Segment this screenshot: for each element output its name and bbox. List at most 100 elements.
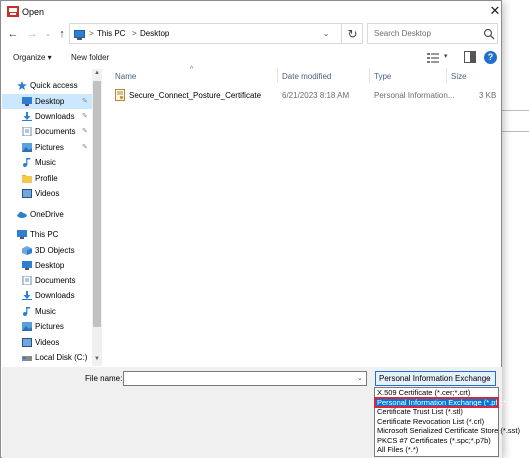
- title-bar[interactable]: Open ✕: [1, 1, 501, 23]
- file-name: Secure_Connect_Posture_Certificate: [129, 91, 262, 100]
- sidebar-item-profile[interactable]: Profile: [2, 171, 92, 186]
- downloads-icon: [22, 112, 32, 121]
- app-icon: [7, 6, 19, 17]
- breadcrumb-desktop[interactable]: Desktop: [140, 29, 169, 38]
- sidebar-item-label: Pictures: [35, 143, 64, 152]
- sidebar-item-documents[interactable]: Documents ✎: [2, 124, 92, 139]
- sidebar-item-label: This PC: [30, 230, 59, 239]
- sidebar-item-3d-objects[interactable]: 3D Objects: [2, 243, 92, 258]
- column-divider[interactable]: [277, 68, 278, 83]
- sidebar-item-label: Profile: [35, 174, 58, 183]
- back-button[interactable]: ←: [6, 27, 20, 41]
- search-input[interactable]: Search Desktop: [367, 23, 498, 44]
- sidebar-item-label: Local Disk (C:): [35, 353, 88, 362]
- search-placeholder: Search Desktop: [374, 29, 431, 38]
- sidebar-item-label: Quick access: [30, 81, 78, 90]
- help-icon[interactable]: ?: [484, 51, 497, 64]
- column-divider[interactable]: [446, 68, 447, 83]
- monitor-icon: [74, 30, 85, 38]
- organize-button[interactable]: Organize ▾: [13, 53, 52, 62]
- file-type-option[interactable]: Microsoft Serialized Certificate Store (…: [375, 426, 520, 436]
- filename-input[interactable]: [123, 371, 367, 386]
- file-type-selected-value: Personal Information Exchange: [379, 374, 491, 383]
- sidebar-item-label: OneDrive: [30, 210, 64, 219]
- desktop-folder-icon: [22, 97, 32, 106]
- file-size: 3 KB: [479, 91, 497, 100]
- file-type-option[interactable]: X.509 Certificate (*.cer;*.crt): [375, 388, 498, 398]
- pin-icon: ✎: [82, 113, 88, 120]
- sidebar-scrollbar-thumb[interactable]: [93, 81, 101, 327]
- view-dropdown-button[interactable]: ▾: [444, 52, 448, 60]
- file-date: 6/21/2023 8:18 AM: [282, 91, 350, 100]
- file-type-option[interactable]: PKCS #7 Certificates (*.spc;*.p7b): [375, 436, 498, 446]
- music-icon: [23, 307, 31, 316]
- navigation-pane: Quick access Desktop ✎ Downloads ✎ Docum…: [2, 69, 102, 366]
- column-divider[interactable]: [369, 68, 370, 83]
- file-type-option[interactable]: Certificate Trust List (*.stl): [375, 407, 498, 417]
- star-icon: [17, 81, 27, 90]
- folder-icon: [22, 175, 32, 183]
- column-header-name[interactable]: Name: [115, 72, 136, 81]
- pin-icon: ✎: [82, 144, 88, 151]
- videos-icon: [22, 338, 32, 347]
- pictures-icon: [22, 143, 32, 152]
- refresh-button[interactable]: ↻: [341, 24, 363, 44]
- file-type-dropdown-list: X.509 Certificate (*.cer;*.crt) Personal…: [374, 387, 523, 457]
- sidebar-item-music-pc[interactable]: Music: [2, 304, 92, 319]
- file-type-select[interactable]: Personal Information Exchange ⌄: [375, 371, 496, 386]
- sidebar-item-desktop-pc[interactable]: Desktop: [2, 258, 92, 273]
- file-type-option[interactable]: All Files (*.*): [375, 445, 498, 455]
- sidebar-item-onedrive[interactable]: OneDrive: [2, 207, 92, 222]
- sidebar-item-desktop[interactable]: Desktop ✎: [2, 94, 92, 109]
- certificate-file-icon: [115, 89, 125, 101]
- breadcrumb-separator[interactable]: >: [132, 29, 137, 38]
- sidebar-item-label: 3D Objects: [35, 246, 75, 255]
- preview-pane-icon[interactable]: [464, 51, 476, 63]
- file-type-option[interactable]: Certificate Revocation List (*.crl): [375, 417, 498, 427]
- open-dialog: Open ✕ ← → ⌄ ↑ > This PC > Desktop ⌄ ↻ S…: [0, 0, 523, 458]
- sidebar-item-videos-pc[interactable]: Videos: [2, 335, 92, 350]
- sidebar-item-this-pc[interactable]: This PC: [2, 227, 92, 242]
- sidebar-item-label: Downloads: [35, 291, 75, 300]
- sidebar-item-documents-pc[interactable]: Documents: [2, 273, 92, 288]
- new-folder-button[interactable]: New folder: [71, 53, 109, 62]
- sidebar-item-downloads-pc[interactable]: Downloads: [2, 288, 92, 303]
- scroll-up-arrow-icon[interactable]: ▲: [92, 70, 102, 76]
- column-header-type[interactable]: Type: [374, 72, 391, 81]
- close-button[interactable]: ✕: [488, 4, 502, 18]
- sidebar-item-pictures-pc[interactable]: Pictures: [2, 319, 92, 334]
- sidebar-item-label: Videos: [35, 189, 60, 198]
- sidebar-item-videos[interactable]: Videos: [2, 186, 92, 201]
- filename-label: File name:: [85, 374, 123, 383]
- sort-ascending-icon: ^: [190, 66, 194, 73]
- forward-button[interactable]: →: [25, 27, 39, 41]
- sidebar-item-label: Downloads: [35, 112, 75, 121]
- documents-icon: [22, 127, 32, 136]
- file-type-option-selected[interactable]: Personal Information Exchange (*.pfx;*.p…: [374, 396, 523, 408]
- breadcrumb-separator[interactable]: >: [89, 29, 94, 38]
- column-header-size[interactable]: Size: [451, 72, 467, 81]
- this-pc-icon: [17, 230, 27, 239]
- sidebar-item-pictures[interactable]: Pictures ✎: [2, 140, 92, 155]
- sidebar-item-local-disk[interactable]: Local Disk (C:): [2, 350, 92, 365]
- downloads-icon: [22, 291, 32, 300]
- sidebar-item-music[interactable]: Music: [2, 155, 92, 170]
- recent-locations-button[interactable]: ⌄: [41, 27, 55, 41]
- disk-icon: [22, 356, 32, 361]
- onedrive-icon: [17, 211, 27, 218]
- sidebar-item-quick-access[interactable]: Quick access: [2, 78, 92, 93]
- table-row[interactable]: Secure_Connect_Posture_Certificate 6/21/…: [111, 87, 497, 103]
- music-icon: [23, 158, 31, 167]
- breadcrumb-this-pc[interactable]: This PC: [97, 29, 125, 38]
- filename-dropdown-icon[interactable]: ⌄: [357, 374, 363, 382]
- up-button[interactable]: ↑: [55, 27, 69, 41]
- sidebar-item-label: Desktop: [35, 261, 65, 270]
- sidebar-item-downloads[interactable]: Downloads ✎: [2, 109, 92, 124]
- address-dropdown-button[interactable]: ⌄: [319, 27, 333, 41]
- pin-icon: ✎: [82, 98, 88, 105]
- column-header-date-modified[interactable]: Date modified: [282, 72, 331, 81]
- monitor-stand-icon: [77, 38, 82, 40]
- view-options-icon[interactable]: [427, 52, 441, 63]
- scroll-down-arrow-icon[interactable]: ▼: [92, 356, 102, 362]
- sidebar-item-label: Documents: [35, 127, 76, 136]
